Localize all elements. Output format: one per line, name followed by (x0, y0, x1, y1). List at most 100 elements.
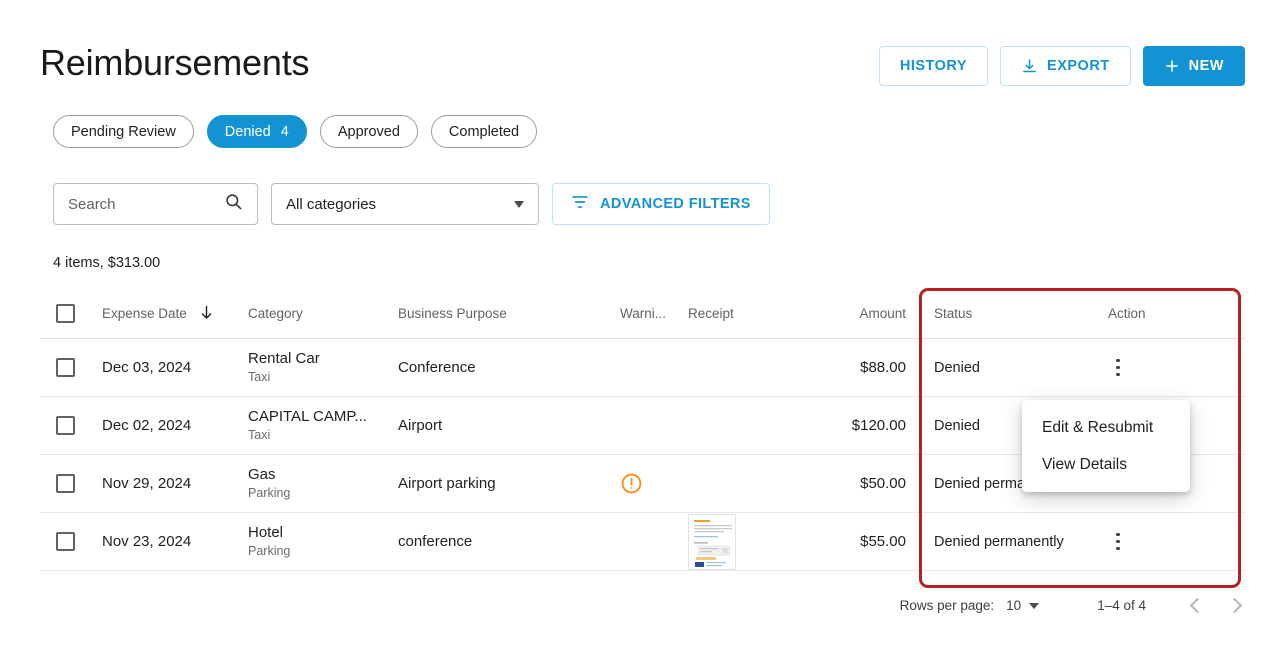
cell-category: Hotel Parking (248, 524, 398, 560)
cell-category: Gas Parking (248, 466, 398, 502)
chip-denied-label: Denied (225, 124, 271, 140)
search-icon[interactable] (224, 192, 243, 216)
cell-expense-date: Dec 03, 2024 (102, 359, 248, 376)
cell-category-main: Gas (248, 466, 398, 484)
column-header-category[interactable]: Category (248, 306, 398, 321)
cell-category: CAPITAL CAMP... Taxi (248, 408, 398, 444)
warning-icon[interactable] (620, 472, 643, 495)
cell-category-sub: Taxi (248, 369, 398, 386)
cell-amount: $88.00 (808, 359, 920, 376)
cell-status: Denied (920, 358, 1070, 378)
status-filter-chips: Pending Review Denied 4 Approved Complet… (53, 115, 537, 148)
receipt-thumbnail[interactable] (688, 514, 736, 570)
cell-expense-date: Nov 23, 2024 (102, 533, 248, 550)
history-button-label: HISTORY (900, 58, 967, 74)
header-actions: HISTORY EXPORT NEW (879, 46, 1245, 86)
pagination-range: 1–4 of 4 (1097, 598, 1146, 613)
column-header-action: Action (1070, 306, 1245, 321)
column-header-business-purpose[interactable]: Business Purpose (398, 306, 620, 321)
select-all-cell (40, 304, 102, 323)
row-checkbox[interactable] (56, 358, 75, 377)
cell-status: Denied permanently (920, 532, 1070, 552)
cell-category: Rental Car Taxi (248, 350, 398, 386)
plus-icon (1164, 58, 1180, 74)
download-icon (1021, 58, 1038, 75)
cell-category-sub: Parking (248, 485, 398, 502)
chip-completed-label: Completed (449, 124, 519, 140)
row-select-cell (40, 474, 102, 493)
chip-pending-review-label: Pending Review (71, 124, 176, 140)
cell-amount: $50.00 (808, 475, 920, 492)
menu-item-view-details[interactable]: View Details (1022, 446, 1190, 483)
row-checkbox[interactable] (56, 532, 75, 551)
table-header-row: Expense Date Category Business Purpose W… (40, 289, 1245, 339)
cell-action (1070, 355, 1245, 381)
chevron-left-icon[interactable] (1190, 598, 1206, 614)
table-row[interactable]: Dec 03, 2024 Rental Car Taxi Conference … (40, 339, 1245, 397)
filter-bar: All categories ADVANCED FILTERS (53, 183, 770, 225)
cell-business-purpose: Airport (398, 417, 620, 434)
new-button[interactable]: NEW (1143, 46, 1245, 86)
table-row[interactable]: Nov 23, 2024 Hotel Parking conference (40, 513, 1245, 571)
cell-category-main: Hotel (248, 524, 398, 542)
column-header-expense-date-label: Expense Date (102, 306, 187, 321)
cell-business-purpose: Airport parking (398, 475, 620, 492)
chip-approved-label: Approved (338, 124, 400, 140)
chevron-right-icon[interactable] (1227, 598, 1243, 614)
pagination-nav (1192, 600, 1240, 611)
advanced-filters-label: ADVANCED FILTERS (600, 196, 751, 212)
row-select-cell (40, 416, 102, 435)
column-header-receipt[interactable]: Receipt (688, 306, 808, 321)
cell-warning (620, 472, 688, 495)
cell-amount: $120.00 (808, 417, 920, 434)
cell-business-purpose: conference (398, 533, 620, 550)
column-header-amount[interactable]: Amount (808, 306, 920, 321)
rows-per-page-select[interactable]: 10 (1006, 598, 1039, 613)
select-all-checkbox[interactable] (56, 304, 75, 323)
cell-expense-date: Dec 02, 2024 (102, 417, 248, 434)
new-button-label: NEW (1189, 58, 1224, 74)
column-header-expense-date[interactable]: Expense Date (102, 305, 248, 323)
column-header-warnings[interactable]: Warni... (620, 306, 688, 321)
sort-desc-arrow-icon[interactable] (200, 305, 213, 323)
history-button[interactable]: HISTORY (879, 46, 988, 86)
category-select-value: All categories (286, 196, 376, 213)
row-checkbox[interactable] (56, 416, 75, 435)
cell-category-main: CAPITAL CAMP... (248, 408, 398, 426)
chip-denied[interactable]: Denied 4 (207, 115, 307, 148)
cell-expense-date: Nov 29, 2024 (102, 475, 248, 492)
column-header-status[interactable]: Status (920, 306, 1070, 321)
chip-approved[interactable]: Approved (320, 115, 418, 148)
advanced-filters-button[interactable]: ADVANCED FILTERS (552, 183, 770, 225)
items-summary: 4 items, $313.00 (53, 255, 160, 271)
chip-pending-review[interactable]: Pending Review (53, 115, 194, 148)
chip-completed[interactable]: Completed (431, 115, 537, 148)
cell-receipt (688, 514, 808, 570)
cell-category-sub: Parking (248, 543, 398, 560)
reimbursements-page: Reimbursements HISTORY EXPORT (0, 0, 1285, 656)
row-select-cell (40, 532, 102, 551)
row-select-cell (40, 358, 102, 377)
rows-per-page-label: Rows per page: (900, 598, 995, 613)
cell-business-purpose: Conference (398, 359, 620, 376)
chevron-down-icon (514, 201, 524, 208)
cell-category-main: Rental Car (248, 350, 398, 368)
page-title: Reimbursements (40, 42, 309, 84)
cell-amount: $55.00 (808, 533, 920, 550)
row-actions-menu-icon[interactable] (1108, 355, 1128, 381)
export-button-label: EXPORT (1047, 58, 1110, 74)
chip-denied-count: 4 (281, 124, 289, 140)
menu-item-edit-resubmit[interactable]: Edit & Resubmit (1022, 409, 1190, 446)
row-actions-context-menu: Edit & Resubmit View Details (1022, 400, 1190, 492)
cell-action (1070, 529, 1245, 555)
search-box[interactable] (53, 183, 258, 225)
cell-category-sub: Taxi (248, 427, 398, 444)
pagination: Rows per page: 10 1–4 of 4 (900, 598, 1240, 613)
filter-icon (571, 194, 589, 214)
rows-per-page-value: 10 (1006, 598, 1021, 613)
export-button[interactable]: EXPORT (1000, 46, 1131, 86)
row-checkbox[interactable] (56, 474, 75, 493)
row-actions-menu-icon[interactable] (1108, 529, 1128, 555)
category-select[interactable]: All categories (271, 183, 539, 225)
search-input[interactable] (68, 196, 208, 213)
